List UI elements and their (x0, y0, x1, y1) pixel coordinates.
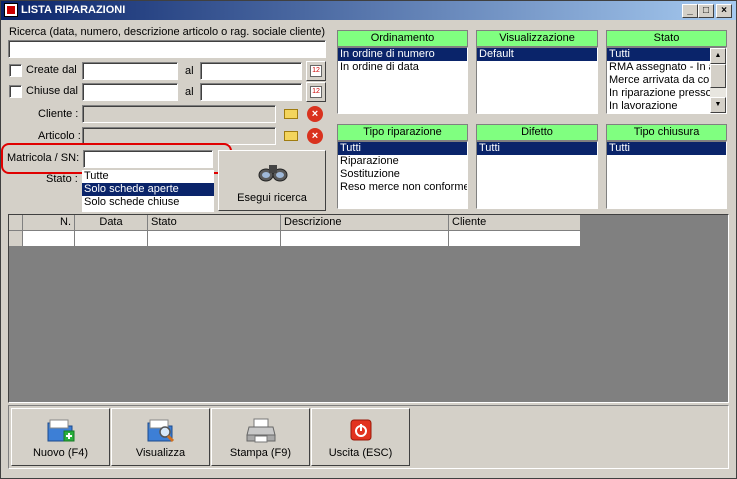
list-item[interactable]: Default (477, 48, 597, 61)
view-folder-icon (147, 419, 175, 443)
scroll-up-icon[interactable]: ▲ (710, 48, 726, 64)
stato-scrollbar[interactable]: ▲ ▼ (710, 48, 726, 113)
printer-icon (246, 418, 276, 443)
list-item[interactable]: Riparazione (338, 155, 467, 168)
clear-icon[interactable]: × (306, 105, 324, 123)
close-button[interactable]: × (716, 4, 732, 18)
list-item[interactable]: RMA assegnato - In a (607, 61, 710, 74)
row-indicator[interactable] (9, 231, 23, 247)
list-item[interactable]: In lavorazione (607, 100, 710, 113)
results-grid[interactable]: N. Data Stato Descrizione Cliente (8, 214, 729, 403)
list-item[interactable]: Solo schede aperte (82, 183, 214, 196)
ordinamento-list[interactable]: In ordine di numero In ordine di data (337, 47, 468, 114)
grid-header-numero[interactable]: N. (23, 215, 75, 231)
stato-list[interactable]: Tutti RMA assegnato - In a Merce arrivat… (606, 47, 727, 114)
visualizza-button[interactable]: Visualizza (111, 408, 210, 466)
articolo-label: Articolo : (38, 130, 81, 142)
cliente-label: Cliente : (38, 108, 79, 120)
uscita-button[interactable]: Uscita (ESC) (311, 408, 410, 466)
stato-header: Stato (606, 30, 727, 47)
binoculars-icon (258, 165, 288, 182)
list-item[interactable]: Solo schede chiuse (82, 196, 214, 209)
table-cell[interactable] (449, 231, 581, 247)
list-item[interactable]: In ordine di data (338, 61, 467, 74)
closed-from-input[interactable] (82, 83, 178, 101)
scroll-thumb[interactable] (710, 64, 726, 88)
ordinamento-header: Ordinamento (337, 30, 468, 47)
search-label: Ricerca (data, numero, descrizione artic… (9, 26, 326, 38)
table-cell[interactable] (148, 231, 281, 247)
stampa-button[interactable]: Stampa (F9) (211, 408, 310, 466)
new-folder-icon (47, 419, 75, 442)
stato-filter-label: Stato : (46, 173, 78, 185)
closed-al-label: al (185, 86, 194, 98)
list-item[interactable]: In riparazione presso (607, 87, 710, 100)
list-item[interactable]: Tutti (338, 142, 467, 155)
list-item[interactable]: Tutti (607, 48, 710, 61)
scroll-down-icon[interactable]: ▼ (710, 97, 726, 113)
calendar-icon[interactable]: 12 (306, 82, 326, 102)
created-al-label: al (185, 65, 194, 77)
tipo-riparazione-header: Tipo riparazione (337, 124, 468, 141)
folder-icon[interactable] (282, 105, 300, 123)
table-cell[interactable] (281, 231, 449, 247)
tipo-chiusura-list[interactable]: Tutti (606, 141, 727, 209)
cliente-field (82, 105, 276, 123)
grid-header-descrizione[interactable]: Descrizione (281, 215, 449, 231)
list-item[interactable]: Tutti (477, 142, 597, 155)
table-cell[interactable] (75, 231, 148, 247)
created-checkbox[interactable] (9, 64, 22, 77)
table-cell[interactable] (23, 231, 75, 247)
list-item[interactable]: Merce arrivata da cor (607, 74, 710, 87)
list-item[interactable]: In ordine di numero (338, 48, 467, 61)
uscita-label: Uscita (ESC) (328, 447, 393, 459)
closed-checkbox[interactable] (9, 85, 22, 98)
closed-label: Chiuse dal (26, 85, 78, 97)
search-input[interactable] (8, 40, 326, 58)
visualizza-label: Visualizza (135, 447, 186, 459)
list-item[interactable]: Sostituzione (338, 168, 467, 181)
title-bar[interactable]: LISTA RIPARAZIONI _ □ × (1, 1, 736, 20)
power-icon (350, 419, 372, 441)
visualizzazione-header: Visualizzazione (476, 30, 598, 47)
nuovo-label: Nuovo (F4) (32, 447, 89, 459)
grid-header-cliente[interactable]: Cliente (449, 215, 581, 231)
created-from-input[interactable] (82, 62, 178, 80)
list-item[interactable]: Tutti (607, 142, 726, 155)
window-title: LISTA RIPARAZIONI (21, 4, 126, 16)
clear-icon[interactable]: × (306, 127, 324, 145)
grid-header-stato[interactable]: Stato (148, 215, 281, 231)
difetto-header: Difetto (476, 124, 598, 141)
stampa-label: Stampa (F9) (229, 447, 292, 459)
folder-icon[interactable] (282, 127, 300, 145)
difetto-list[interactable]: Tutti (476, 141, 598, 209)
search-button[interactable]: Esegui ricerca (218, 150, 326, 211)
tipo-riparazione-list[interactable]: Tutti Riparazione Sostituzione Reso merc… (337, 141, 468, 209)
list-item[interactable]: Reso merce non conforme (338, 181, 467, 194)
search-button-label: Esegui ricerca (237, 192, 307, 204)
closed-to-input[interactable] (200, 83, 302, 101)
list-item[interactable]: Tutte (82, 170, 214, 183)
nuovo-button[interactable]: Nuovo (F4) (11, 408, 110, 466)
tipo-chiusura-header: Tipo chiusura (606, 124, 727, 141)
created-label: Create dal (26, 64, 77, 76)
minimize-button[interactable]: _ (682, 4, 698, 18)
grid-header-indicator (9, 215, 23, 231)
app-icon (4, 3, 18, 17)
stato-filter-list[interactable]: Tutte Solo schede aperte Solo schede chi… (82, 170, 214, 212)
created-to-input[interactable] (200, 62, 302, 80)
calendar-icon[interactable]: 12 (306, 61, 326, 81)
grid-header-data[interactable]: Data (75, 215, 148, 231)
maximize-button[interactable]: □ (698, 4, 714, 18)
visualizzazione-list[interactable]: Default (476, 47, 598, 114)
